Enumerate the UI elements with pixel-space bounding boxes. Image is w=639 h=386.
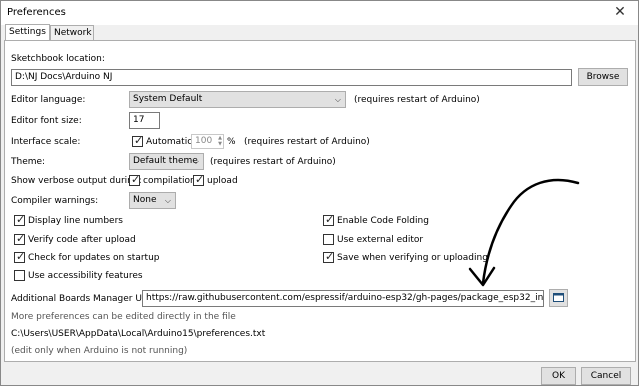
title-bar: Preferences ✕: [1, 1, 638, 25]
accessibility-label: Use accessibility features: [28, 271, 143, 281]
more-preferences-note: More preferences can be edited directly …: [11, 312, 236, 322]
sketchbook-label: Sketchbook location:: [11, 54, 105, 64]
code-folding-checkbox[interactable]: ✓: [323, 213, 335, 226]
boards-manager-label: Additional Boards Manager URLs:: [11, 294, 161, 304]
verify-after-upload-checkbox[interactable]: ✓: [14, 232, 26, 245]
checkmark-icon: ✓: [16, 213, 26, 226]
automatic-label: Automatic: [146, 137, 193, 147]
compiler-warnings-select[interactable]: None ⌵: [129, 192, 176, 209]
compilation-label: compilation: [143, 176, 196, 186]
editor-language-select[interactable]: System Default ⌵: [129, 91, 346, 108]
edit-note: (edit only when Arduino is not running): [11, 346, 188, 356]
browse-button[interactable]: Browse: [578, 68, 628, 86]
chevron-down-icon: ⌵: [164, 196, 171, 205]
display-line-numbers-label: Display line numbers: [28, 216, 123, 226]
interface-scale-label: Interface scale:: [11, 137, 81, 147]
accessibility-checkbox[interactable]: [14, 270, 25, 281]
chevron-down-icon: ⌵: [192, 157, 199, 166]
save-on-verify-checkbox[interactable]: ✓: [323, 250, 335, 263]
spinner-arrows-icon: ▲ ▼: [218, 135, 222, 147]
automatic-checkbox[interactable]: ✓: [132, 134, 144, 147]
editor-language-label: Editor language:: [11, 95, 86, 105]
checkmark-icon: ✓: [325, 213, 335, 226]
verbose-label: Show verbose output during:: [11, 176, 142, 186]
theme-value: Default theme: [133, 156, 198, 166]
compiler-warnings-value: None: [133, 195, 157, 205]
compiler-warnings-label: Compiler warnings:: [11, 196, 99, 206]
code-folding-label: Enable Code Folding: [337, 216, 429, 226]
scale-spinner[interactable]: 100 ▲ ▼: [191, 134, 224, 149]
external-editor-label: Use external editor: [337, 235, 424, 245]
window-title: Preferences: [7, 7, 66, 18]
upload-label: upload: [207, 176, 238, 186]
checkmark-icon: ✓: [195, 173, 205, 186]
checkmark-icon: ✓: [134, 134, 144, 147]
theme-select[interactable]: Default theme ⌵: [129, 153, 204, 170]
checkmark-icon: ✓: [16, 232, 26, 245]
display-line-numbers-checkbox[interactable]: ✓: [14, 213, 26, 226]
window-icon[interactable]: [549, 289, 568, 307]
tab-network[interactable]: Network: [50, 25, 94, 41]
font-size-label: Editor font size:: [11, 116, 82, 126]
check-updates-checkbox[interactable]: ✓: [14, 250, 26, 263]
ok-button[interactable]: OK: [541, 367, 576, 385]
verify-after-upload-label: Verify code after upload: [28, 235, 136, 245]
preferences-path: C:\Users\USER\AppData\Local\Arduino15\pr…: [11, 329, 266, 339]
editor-language-note: (requires restart of Arduino): [354, 95, 480, 105]
editor-language-value: System Default: [133, 94, 203, 104]
cancel-button[interactable]: Cancel: [581, 367, 631, 385]
upload-checkbox[interactable]: ✓: [193, 173, 205, 186]
checkmark-icon: ✓: [16, 250, 26, 263]
check-updates-label: Check for updates on startup: [28, 253, 160, 263]
external-editor-checkbox[interactable]: [323, 234, 334, 245]
hand-drawn-arrow-icon: [468, 178, 580, 287]
font-size-field[interactable]: 17: [129, 112, 160, 129]
sketchbook-location-field[interactable]: D:\NJ Docs\Arduino NJ: [11, 69, 572, 86]
theme-label: Theme:: [11, 157, 46, 167]
theme-note: (requires restart of Arduino): [210, 157, 336, 167]
checkmark-icon: ✓: [325, 250, 335, 263]
boards-manager-urls-field[interactable]: https://raw.githubusercontent.com/espres…: [142, 290, 544, 307]
window-glyph-icon: [553, 293, 564, 302]
scale-unit: %: [227, 137, 236, 147]
checkmark-icon: ✓: [131, 173, 141, 186]
compilation-checkbox[interactable]: ✓: [129, 173, 141, 186]
scale-value: 100: [195, 136, 213, 146]
preferences-window: Preferences ✕ Settings Network Sketchboo…: [0, 0, 639, 386]
interface-scale-note: (requires restart of Arduino): [244, 137, 370, 147]
chevron-down-icon: ⌵: [334, 95, 341, 104]
tab-settings[interactable]: Settings: [5, 24, 50, 41]
close-icon[interactable]: ✕: [612, 4, 628, 20]
